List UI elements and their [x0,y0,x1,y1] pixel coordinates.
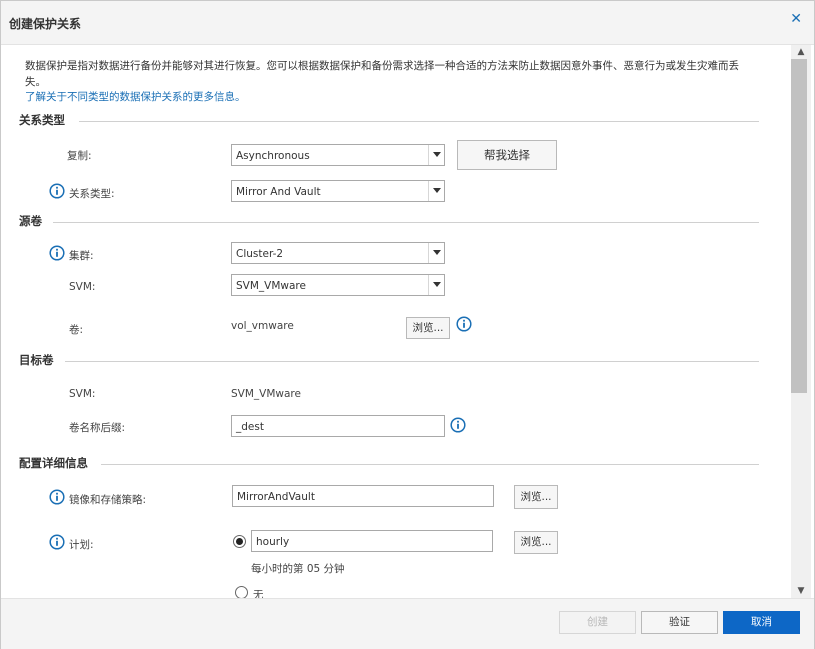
policy-value: MirrorAndVault [237,491,315,503]
policy-label: 镜像和存储策略: [69,494,147,506]
chevron-down-icon [428,181,444,201]
section-relationship-type: 关系类型 [19,113,65,127]
schedule-description: 每小时的第 05 分钟 [251,563,345,575]
info-icon[interactable] [49,534,65,550]
section-config-details: 配置详细信息 [19,456,88,470]
vertical-scrollbar[interactable]: ▲ ▼ [791,45,811,598]
volume-suffix-value: _dest [236,421,264,433]
dialog-title: 创建保护关系 [9,17,82,31]
chevron-down-icon [428,275,444,295]
relationship-type-select[interactable]: Mirror And Vault [231,180,445,202]
create-protection-dialog: 创建保护关系 ✕ 数据保护是指对数据进行备份并能够对其进行恢复。您可以根据数据保… [0,0,815,649]
cluster-label: 集群: [69,250,94,262]
volume-suffix-label: 卷名称后缀: [69,422,126,434]
source-svm-label: SVM: [69,281,96,293]
create-button[interactable]: 创建 [559,611,636,634]
scroll-down-icon[interactable]: ▼ [791,584,811,598]
dialog-footer: 创建 验证 取消 [1,598,814,649]
replication-label: 复制: [67,150,92,162]
cluster-select-value: Cluster-2 [236,248,284,260]
section-divider [53,222,759,223]
chevron-down-icon [428,243,444,263]
schedule-label: 计划: [69,539,94,551]
learn-more-link[interactable]: 了解关于不同类型的数据保护关系的更多信息。 [25,89,246,104]
chevron-down-icon [428,145,444,165]
section-divider [101,464,759,465]
cancel-button[interactable]: 取消 [723,611,800,634]
close-icon[interactable]: ✕ [790,11,802,27]
policy-input[interactable]: MirrorAndVault [232,485,494,507]
info-icon[interactable] [49,183,65,199]
destination-svm-value: SVM_VMware [231,388,301,400]
schedule-value: hourly [256,536,290,548]
volume-suffix-input[interactable]: _dest [231,415,445,437]
info-icon[interactable] [450,417,466,433]
destination-svm-label: SVM: [69,388,96,400]
relationship-type-label: 关系类型: [69,188,115,200]
section-divider [79,121,759,122]
section-divider [65,361,759,362]
section-source-volume: 源卷 [19,214,42,228]
volume-value: vol_vmware [231,320,294,332]
no-schedule-radio[interactable] [235,586,248,598]
dialog-titlebar: 创建保护关系 ✕ [1,1,814,45]
scroll-thumb[interactable] [791,59,807,393]
cluster-select[interactable]: Cluster-2 [231,242,445,264]
replication-select-value: Asynchronous [236,150,310,162]
schedule-input[interactable]: hourly [251,530,493,552]
source-svm-select[interactable]: SVM_VMware [231,274,445,296]
schedule-browse-button[interactable]: 浏览... [514,531,558,554]
section-destination-volume: 目标卷 [19,353,54,367]
info-icon[interactable] [456,316,472,332]
relationship-type-value: Mirror And Vault [236,186,321,198]
intro-text-continued: 失。 [25,76,46,88]
volume-label: 卷: [69,324,84,336]
policy-browse-button[interactable]: 浏览... [514,485,558,509]
schedule-radio[interactable] [233,535,246,548]
scroll-up-icon[interactable]: ▲ [791,45,811,59]
no-schedule-label: 无 [253,589,264,598]
volume-browse-button[interactable]: 浏览... [406,317,450,339]
intro-text: 数据保护是指对数据进行备份并能够对其进行恢复。您可以根据数据保护和备份需求选择一… [25,60,739,72]
replication-select[interactable]: Asynchronous [231,144,445,166]
info-icon[interactable] [49,245,65,261]
source-svm-value: SVM_VMware [236,280,306,292]
help-me-choose-button[interactable]: 帮我选择 [457,140,557,170]
dialog-body: 数据保护是指对数据进行备份并能够对其进行恢复。您可以根据数据保护和备份需求选择一… [1,45,791,598]
info-icon[interactable] [49,489,65,505]
validate-button[interactable]: 验证 [641,611,718,634]
